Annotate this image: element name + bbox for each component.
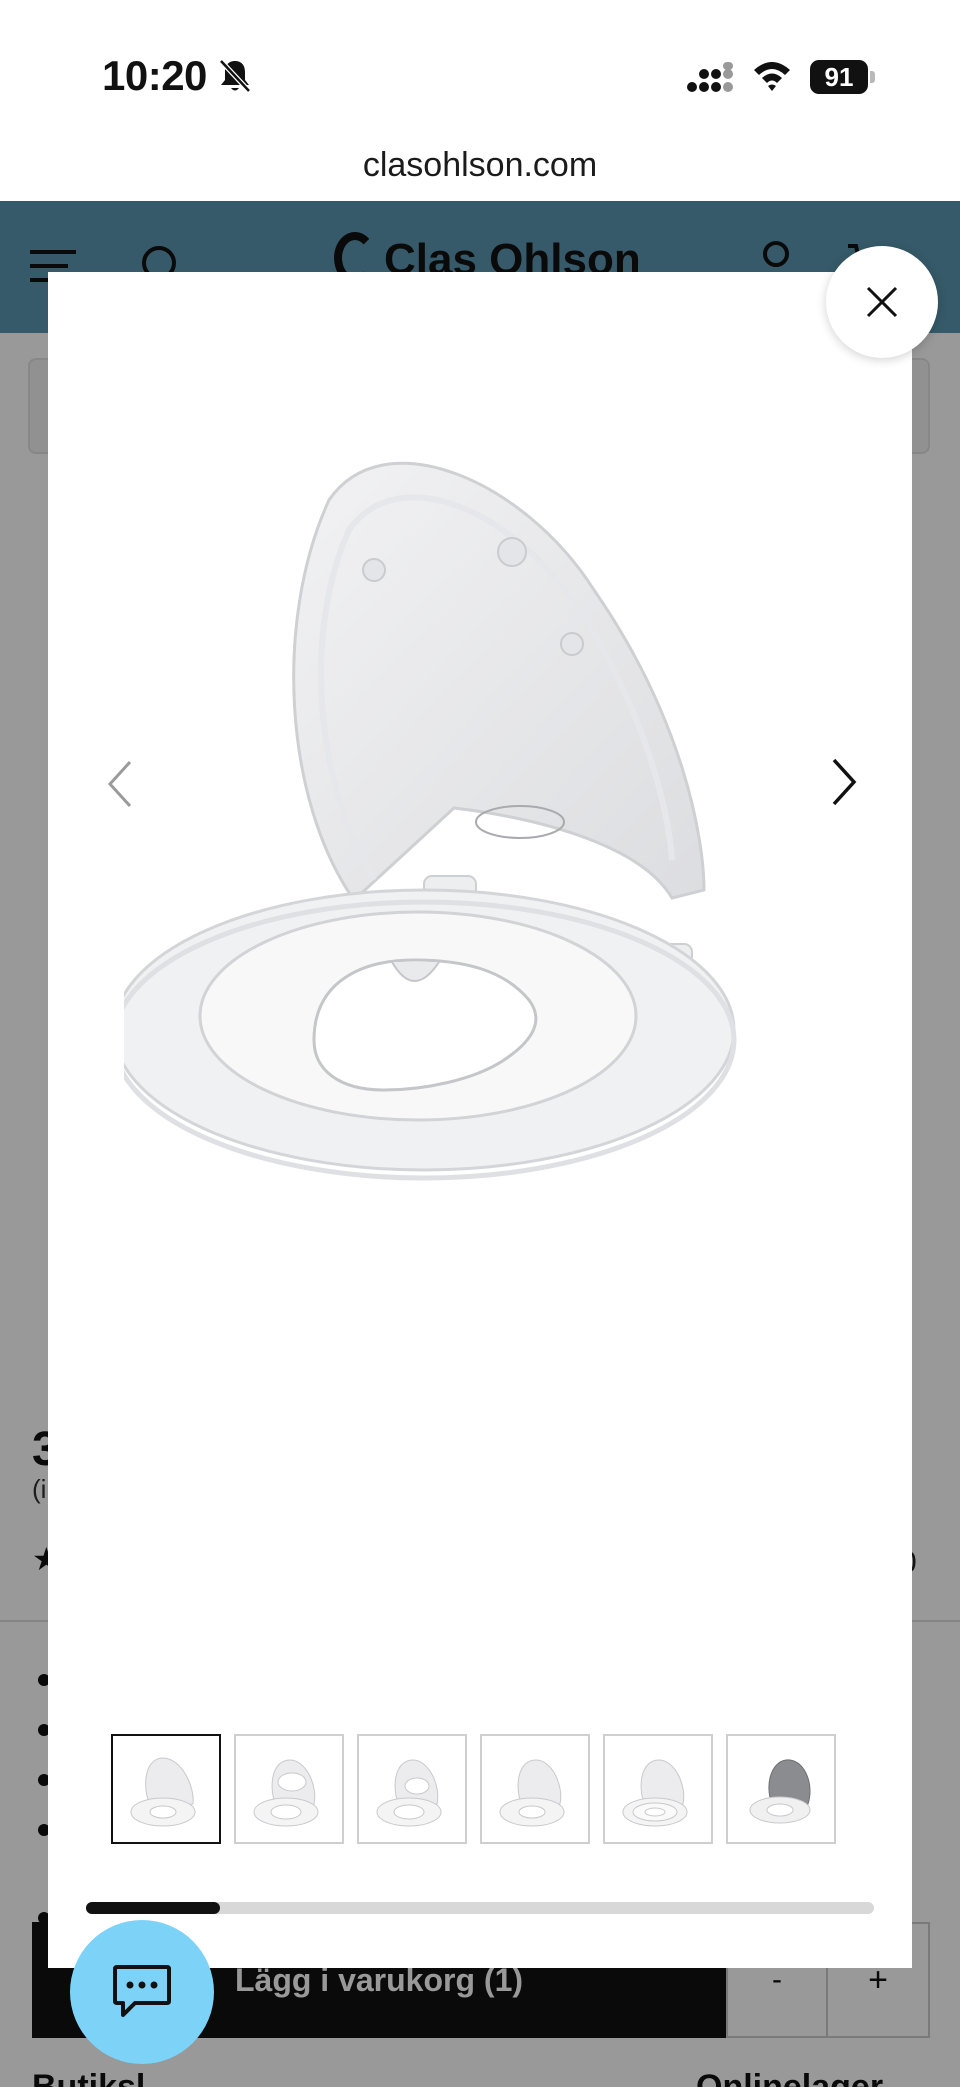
gallery-scroll-thumb[interactable]: [86, 1902, 220, 1914]
close-button[interactable]: [826, 246, 938, 358]
thumbnail-image: [253, 1759, 319, 1827]
thumbnail-image: [130, 1757, 196, 1827]
gallery-thumbnail-6[interactable]: [726, 1734, 836, 1844]
gallery-thumbnail-3[interactable]: [357, 1734, 467, 1844]
battery-cap: [870, 71, 875, 83]
chat-bubble-icon: [113, 1965, 171, 2017]
bell-slash-icon: [219, 59, 251, 93]
battery-indicator: 91: [810, 60, 875, 94]
product-image: [124, 461, 737, 1181]
gallery-thumbnail-4[interactable]: [480, 1734, 590, 1844]
gallery-scroll-track[interactable]: [86, 1902, 874, 1914]
chevron-right-icon[interactable]: [822, 756, 862, 808]
chevron-left-icon[interactable]: [102, 758, 142, 810]
status-bar: 10:20 91 clasohlson.com: [0, 0, 960, 184]
thumbnail-image: [622, 1759, 688, 1827]
thumbnail-image: [376, 1759, 442, 1827]
gallery-thumbnail-5[interactable]: [603, 1734, 713, 1844]
wifi-icon: [754, 62, 790, 91]
chat-button[interactable]: [70, 1920, 214, 2064]
signal-icon: [687, 62, 733, 92]
thumbnail-image: [499, 1759, 565, 1827]
close-icon: [866, 286, 898, 318]
thumbnail-image: [749, 1759, 811, 1824]
battery-level: 91: [810, 60, 868, 94]
gallery-thumbnail-2[interactable]: [234, 1734, 344, 1844]
browser-url[interactable]: clasohlson.com: [0, 146, 960, 185]
gallery-thumbnail-1[interactable]: [111, 1734, 221, 1844]
status-time: 10:20: [102, 52, 207, 99]
